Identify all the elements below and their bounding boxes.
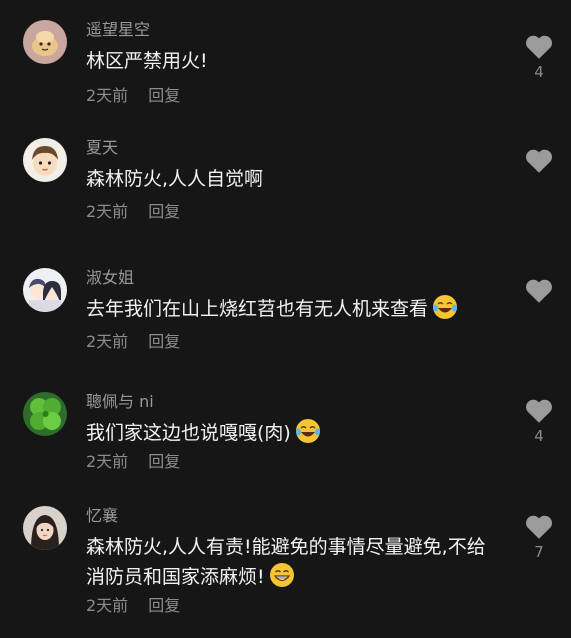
clover-avatar[interactable] <box>23 392 67 436</box>
like-button[interactable]: 4 <box>522 398 556 445</box>
comment-meta: 2天前 回复 <box>86 202 180 222</box>
comment-text: 森林防火,人人自觉啊 <box>86 164 496 194</box>
comment-meta: 2天前 回复 <box>86 86 180 106</box>
comment-time: 2天前 <box>86 596 129 615</box>
reply-button[interactable]: 回复 <box>148 202 180 221</box>
heart-icon <box>526 515 552 539</box>
like-count: 4 <box>534 427 544 445</box>
comment-username[interactable]: 遥望星空 <box>86 20 150 40</box>
comment-text: 我们家这边也说嘎嘎(肉) <box>86 418 496 448</box>
comment-time: 2天前 <box>86 452 129 471</box>
reply-button[interactable]: 回复 <box>148 452 180 471</box>
comment-username[interactable]: 聰佩与 ni <box>86 392 154 412</box>
comment-time: 2天前 <box>86 86 129 105</box>
comment-text: 林区严禁用火! <box>86 46 496 76</box>
comment-username[interactable]: 夏天 <box>86 138 118 158</box>
reply-button[interactable]: 回复 <box>148 332 180 351</box>
heart-icon <box>526 279 552 303</box>
comment-time: 2天前 <box>86 332 129 351</box>
comment-time: 2天前 <box>86 202 129 221</box>
comment-meta: 2天前 回复 <box>86 332 180 352</box>
cartoon-bread-avatar[interactable] <box>23 20 67 64</box>
comment-text-body: 森林防火,人人自觉啊 <box>86 168 264 190</box>
like-button[interactable] <box>522 148 556 177</box>
like-button[interactable]: 4 <box>522 34 556 81</box>
like-count: 4 <box>534 63 544 81</box>
girl-photo-avatar[interactable] <box>23 506 67 550</box>
anime-couple-avatar[interactable] <box>23 268 67 312</box>
comment-text-body: 我们家这边也说嘎嘎(肉) <box>86 422 291 444</box>
comment-text: 森林防火,人人有责!能避免的事情尽量避免,不给消防员和国家添麻烦! <box>86 532 496 592</box>
like-button[interactable]: 7 <box>522 514 556 561</box>
comment-list: 遥望星空 林区严禁用火! 2天前 回复 4 夏天 森林防火,人人自觉啊 2天前 回复 <box>0 0 571 638</box>
cartoon-boy-avatar[interactable] <box>23 138 67 182</box>
reply-button[interactable]: 回复 <box>148 86 180 105</box>
comment-text: 去年我们在山上烧红苕也有无人机来查看 <box>86 294 496 324</box>
reply-button[interactable]: 回复 <box>148 596 180 615</box>
comment-meta: 2天前 回复 <box>86 452 180 472</box>
like-count: 7 <box>534 543 544 561</box>
grinning-emoji <box>269 563 294 587</box>
like-button[interactable] <box>522 278 556 307</box>
heart-icon <box>526 35 552 59</box>
heart-icon <box>526 149 552 173</box>
heart-icon <box>526 399 552 423</box>
laughing-tears-emoji <box>295 419 320 443</box>
comment-text-body: 林区严禁用火! <box>86 50 208 72</box>
comment-meta: 2天前 回复 <box>86 596 180 616</box>
comment-username[interactable]: 淑女姐 <box>86 268 134 288</box>
laughing-tears-emoji <box>433 295 458 319</box>
comment-text-body: 去年我们在山上烧红苕也有无人机来查看 <box>86 298 429 320</box>
comment-username[interactable]: 忆襄 <box>86 506 118 526</box>
